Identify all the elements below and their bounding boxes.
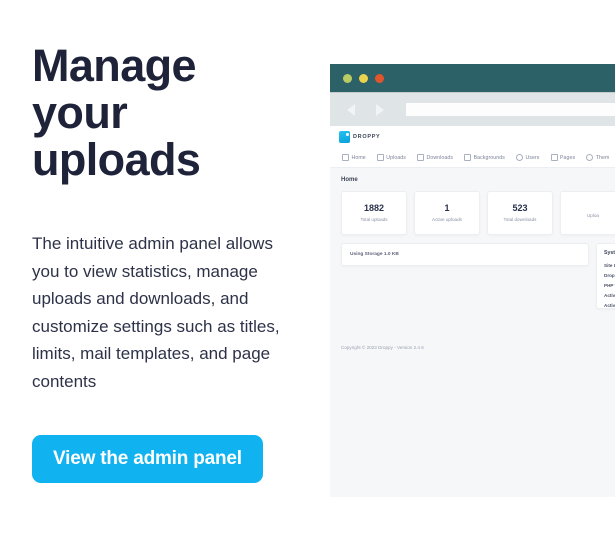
system-card-title: System [604,250,615,256]
app-content: Home 1882 Total uploads 1 Active uploads… [330,168,615,350]
stat-card-active-uploads: 1 Active uploads [414,191,480,235]
lower-row: Using Storage 1.0 KB System Site URL Dro… [341,243,615,309]
page-title: Manage your uploads [32,40,201,185]
browser-viewport: DROPPY Home Uploads Downloads Background… [330,126,615,497]
forward-arrow-icon[interactable] [376,103,384,116]
system-row-active-plugins: Active p [604,303,615,308]
nav-item-users[interactable]: Users [515,154,540,161]
system-row-site-url: Site URL [604,263,615,268]
stat-value: 1882 [363,203,385,213]
nav-item-home[interactable]: Home [342,154,366,161]
hero-description: The intuitive admin panel allows you to … [32,234,280,391]
system-row-droppy-version: Droppy v [604,273,615,278]
stat-card-total-uploads: 1882 Total uploads [341,191,407,235]
page-icon [550,154,558,161]
content-page-title: Home [341,177,358,183]
hero-section: Manage your uploads The intuitive admin … [0,0,320,549]
image-icon [464,154,472,161]
back-arrow-icon[interactable] [347,103,355,116]
droppy-logo-icon [339,131,350,143]
view-admin-panel-button[interactable]: View the admin panel [32,435,263,483]
stat-label: Active uploads [432,217,462,222]
home-icon [342,154,349,161]
maximize-dot-icon[interactable] [359,73,368,83]
browser-toolbar [330,92,615,126]
stat-value: 1 [444,203,450,213]
stat-card-uploads-partial: Uploa [560,191,615,235]
nav-label: Users [525,154,540,161]
system-info-card: System Site URL Droppy v PHP ver Active … [596,243,615,309]
theme-icon [586,154,594,161]
storage-card: Using Storage 1.0 KB [341,243,589,266]
nav-label: Downloads [426,154,454,161]
stat-card-total-downloads: 523 Total downloads [487,191,553,235]
nav-label: Them [595,154,610,161]
address-bar-input[interactable] [406,103,615,116]
stat-value: 523 [512,203,528,213]
storage-text: Using Storage 1.0 KB [350,252,399,257]
stat-label: Total uploads [360,217,388,222]
nav-label: Pages [560,154,576,161]
users-icon [515,154,523,161]
close-dot-icon[interactable] [375,73,384,83]
nav-item-backgrounds[interactable]: Backgrounds [464,154,505,161]
app-header: DROPPY [330,126,615,148]
nav-item-uploads[interactable]: Uploads [376,154,406,161]
minimize-dot-icon[interactable] [343,73,352,83]
nav-item-themes[interactable]: Them [586,154,609,161]
copyright-footer: Copyright © 2023 Droppy - Version 2.4.6 [341,345,424,350]
download-icon [416,154,424,161]
system-row-php-version: PHP ver [604,283,615,288]
droppy-logo-text: DROPPY [353,134,381,140]
stats-row: 1882 Total uploads 1 Active uploads 523 … [341,191,615,235]
nav-label: Backgrounds [473,154,505,161]
nav-label: Home [351,154,366,161]
stat-label: Uploa [586,212,599,218]
nav-label: Uploads [386,154,406,161]
nav-item-pages[interactable]: Pages [550,154,576,161]
browser-mockup: DROPPY Home Uploads Downloads Background… [330,64,615,497]
nav-item-downloads[interactable]: Downloads [416,154,454,161]
stat-label: Total downloads [503,217,537,222]
upload-icon [376,154,384,161]
browser-titlebar [330,64,615,92]
system-row-active-theme: Active t [604,293,615,298]
app-navigation: Home Uploads Downloads Backgrounds Users… [330,148,615,168]
